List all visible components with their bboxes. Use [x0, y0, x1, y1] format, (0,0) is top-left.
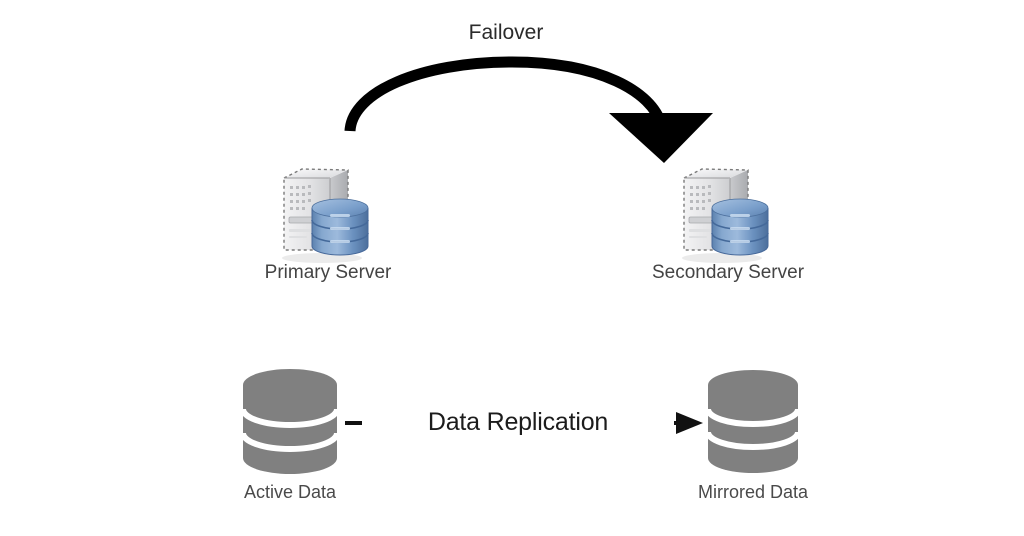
mirrored-data-icon[interactable] — [0, 0, 1024, 536]
failover-label: Failover — [468, 21, 544, 44]
diagram-canvas: Failover Primary Server Secondary Server… — [0, 0, 1024, 536]
active-data-label: Active Data — [243, 482, 337, 502]
data-replication-label: Data Replication — [362, 408, 674, 437]
secondary-server-label: Secondary Server — [651, 262, 805, 283]
primary-server-label: Primary Server — [264, 262, 392, 283]
mirrored-data-label: Mirrored Data — [697, 482, 809, 502]
